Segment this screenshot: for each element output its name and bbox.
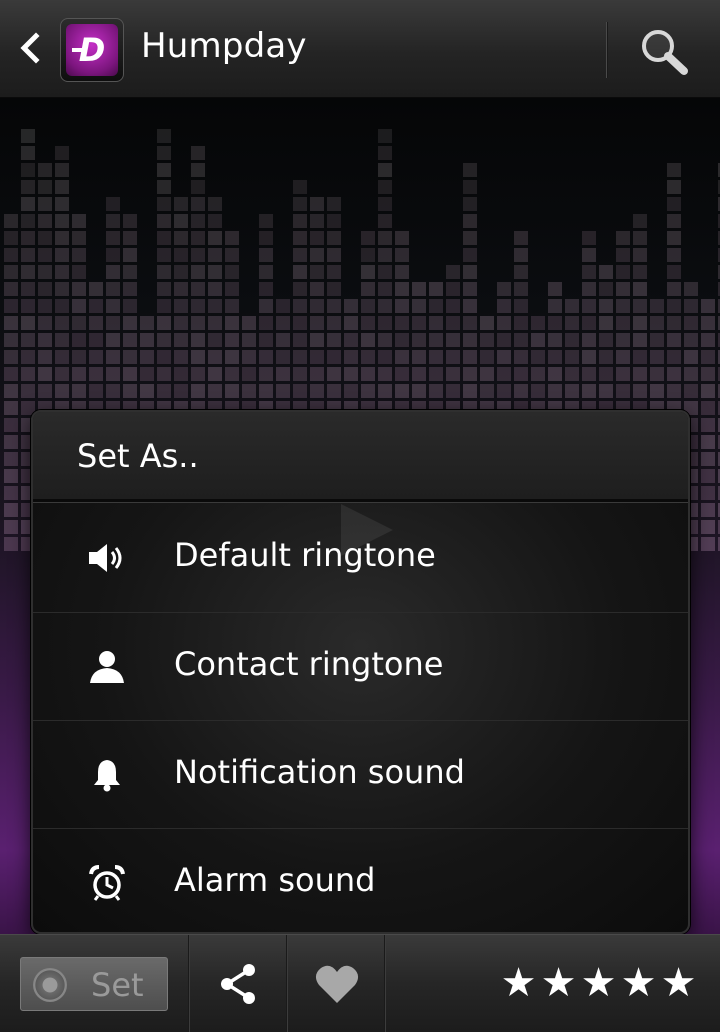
toolbar-divider: [384, 935, 386, 1032]
chevron-left-icon: [20, 32, 40, 64]
favorite-button[interactable]: [314, 963, 360, 1005]
heart-icon: [315, 965, 359, 1003]
menu-item-label: Contact ringtone: [174, 645, 444, 683]
person-icon: [87, 647, 127, 687]
back-button[interactable]: [10, 28, 50, 68]
menu-item-default-ringtone[interactable]: Default ringtone: [33, 504, 688, 612]
dialog-header: Set As..: [33, 412, 688, 502]
toolbar-divider: [286, 935, 288, 1032]
speaker-icon: [87, 538, 127, 578]
rating-stars[interactable]: ★ ★ ★ ★ ★: [500, 955, 697, 1011]
share-icon: [221, 964, 255, 1004]
set-button[interactable]: Set: [20, 957, 168, 1011]
menu-item-label: Alarm sound: [174, 861, 376, 899]
menu-item-contact-ringtone[interactable]: Contact ringtone: [33, 612, 688, 720]
action-bar: D Humpday: [0, 0, 720, 98]
menu-item-label: Default ringtone: [174, 536, 436, 574]
bottom-toolbar: Set ★ ★ ★ ★ ★: [0, 934, 720, 1032]
menu-item-label: Notification sound: [174, 753, 465, 791]
action-bar-divider: [606, 22, 608, 78]
star-icon[interactable]: ★: [500, 955, 537, 1011]
set-as-dialog: Set As.. Default ringtone Contact ringto…: [31, 410, 690, 934]
star-icon[interactable]: ★: [620, 955, 657, 1011]
set-button-label: Set: [91, 966, 144, 1004]
search-button[interactable]: [636, 26, 692, 76]
toolbar-divider: [188, 935, 190, 1032]
alarm-clock-icon: [87, 863, 127, 903]
menu-item-notification-sound[interactable]: Notification sound: [33, 720, 688, 828]
dialog-title: Set As..: [77, 437, 199, 475]
radio-icon: [33, 968, 67, 1002]
zedge-logo-icon: D: [72, 32, 105, 68]
star-icon[interactable]: ★: [580, 955, 617, 1011]
menu-item-alarm-sound[interactable]: Alarm sound: [33, 828, 688, 932]
app-logo[interactable]: D: [60, 18, 124, 82]
star-icon[interactable]: ★: [540, 955, 577, 1011]
bell-icon: [87, 755, 127, 795]
share-button[interactable]: [216, 961, 260, 1007]
search-icon: [642, 30, 688, 75]
star-icon[interactable]: ★: [660, 955, 697, 1011]
page-title: Humpday: [141, 26, 307, 66]
